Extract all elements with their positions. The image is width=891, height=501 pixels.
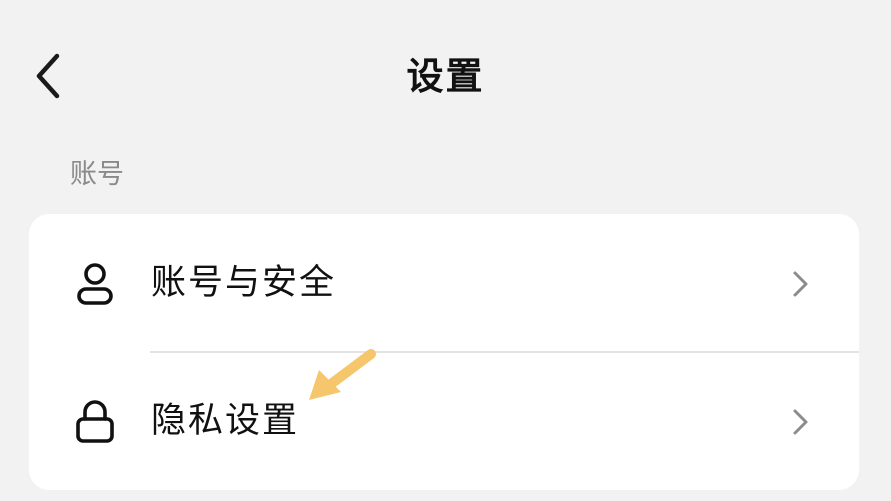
chevron-right-icon: [793, 409, 808, 435]
privacy-settings-item[interactable]: 隐私设置: [29, 352, 859, 490]
account-security-item[interactable]: 账号与安全: [29, 214, 859, 352]
chevron-right-icon: [793, 271, 808, 297]
user-icon: [77, 263, 113, 305]
annotation-arrow-icon: [309, 349, 376, 400]
page-title: 设置: [406, 55, 485, 98]
lock-icon: [76, 400, 114, 443]
account-security-label: 账号与安全: [151, 263, 337, 303]
settings-page: 设置 账号 账号与安全 隐私设置: [0, 0, 891, 501]
settings-card: 账号与安全 隐私设置: [29, 214, 859, 490]
section-label: 账号: [70, 159, 124, 190]
privacy-settings-label: 隐私设置: [151, 401, 300, 441]
